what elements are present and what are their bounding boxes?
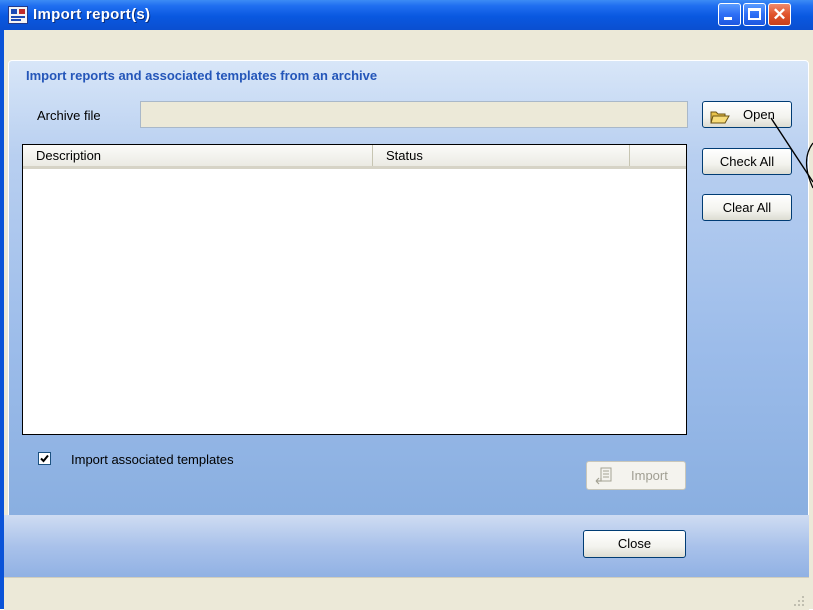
minimize-icon: [724, 17, 732, 20]
import-button[interactable]: Import: [586, 461, 686, 490]
title-bar[interactable]: Import report(s) ✕: [0, 0, 813, 30]
check-all-button[interactable]: Check All: [702, 148, 792, 175]
import-templates-label: Import associated templates: [71, 452, 234, 467]
maximize-button[interactable]: [743, 3, 766, 26]
clear-all-button[interactable]: Clear All: [702, 194, 792, 221]
column-header-status[interactable]: Status: [373, 145, 630, 166]
open-button-label: Open: [743, 107, 775, 122]
archive-file-input[interactable]: [140, 101, 688, 128]
close-icon: ✕: [772, 5, 787, 24]
import-button-label: Import: [631, 468, 668, 483]
reports-list[interactable]: Description Status: [22, 144, 687, 435]
status-bar: [4, 577, 809, 610]
open-button[interactable]: Open: [702, 101, 792, 128]
close-button[interactable]: Close: [583, 530, 686, 558]
archive-file-label: Archive file: [37, 108, 101, 123]
maximize-icon: [748, 8, 761, 20]
resize-grip-icon[interactable]: [793, 595, 805, 607]
dialog-window: Import report(s) ✕ Import reports and as…: [0, 0, 813, 610]
app-window-icon: [8, 6, 28, 24]
import-icon: [595, 467, 613, 485]
import-templates-checkbox[interactable]: [38, 452, 51, 465]
folder-open-icon: [710, 107, 730, 124]
list-header: Description Status: [23, 145, 686, 169]
column-header-description[interactable]: Description: [23, 145, 373, 166]
window-title: Import report(s): [33, 6, 151, 23]
close-window-button[interactable]: ✕: [768, 3, 791, 26]
minimize-button[interactable]: [718, 3, 741, 26]
checkmark-icon: [40, 454, 49, 463]
footer-strip: Close: [4, 515, 809, 579]
panel-heading: Import reports and associated templates …: [26, 68, 378, 83]
